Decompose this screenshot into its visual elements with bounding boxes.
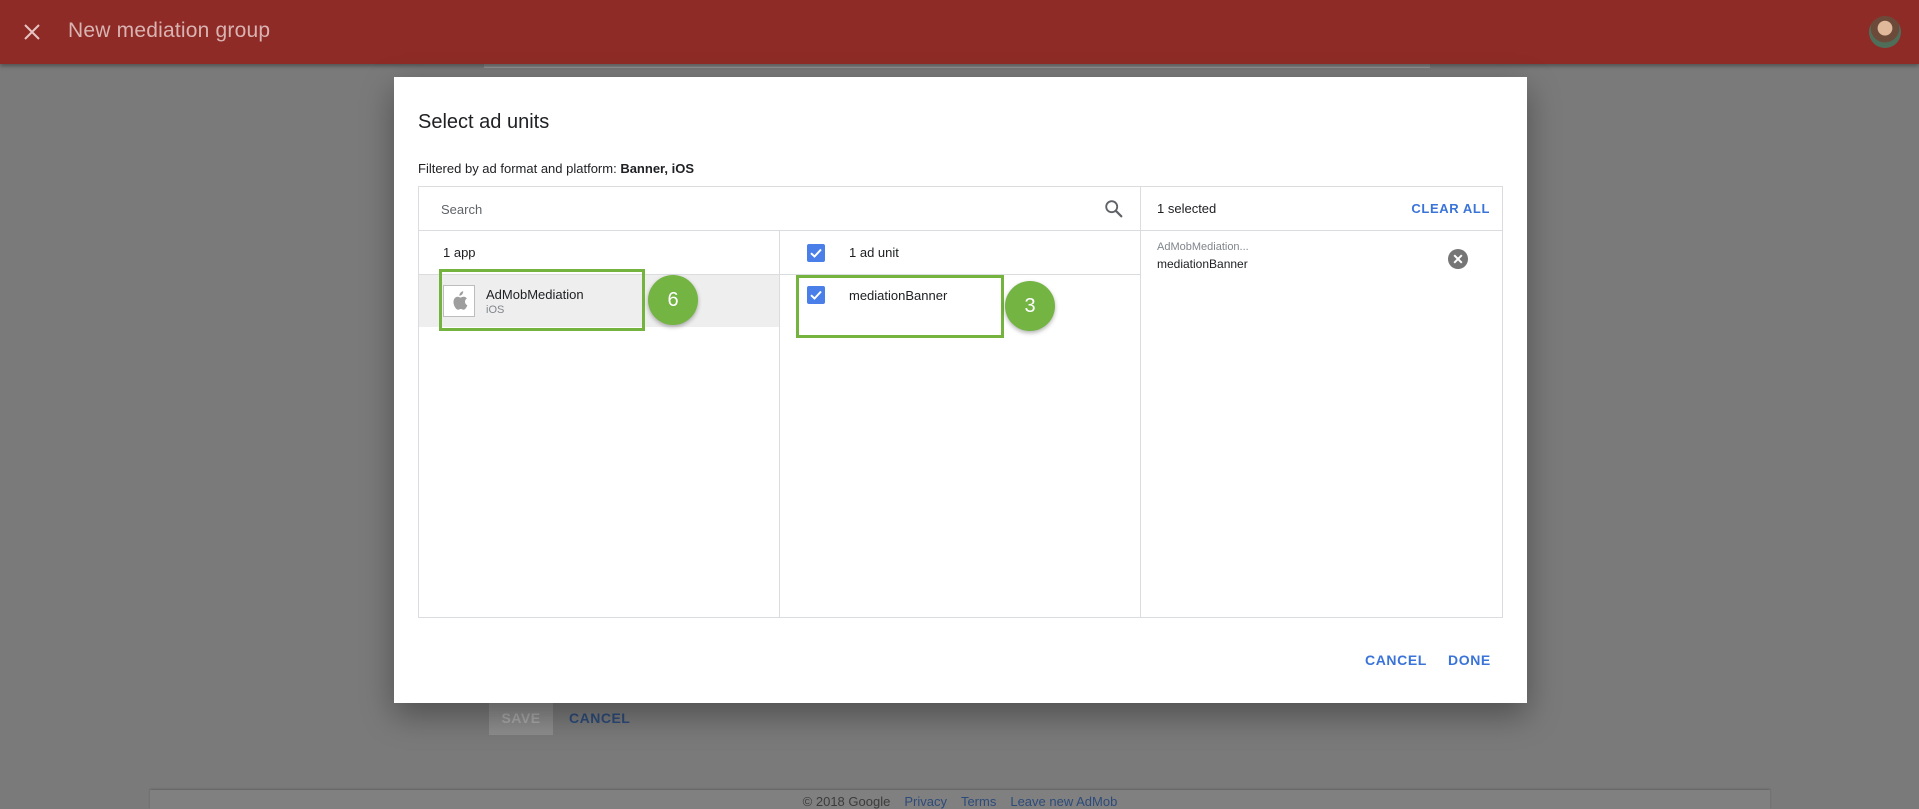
background-cancel-button: CANCEL — [569, 710, 631, 726]
cancel-button[interactable]: CANCEL — [1365, 652, 1427, 668]
app-bar: New mediation group — [0, 0, 1919, 64]
remove-circle-icon[interactable] — [1447, 248, 1469, 270]
filter-value: Banner, iOS — [620, 161, 695, 176]
select-ad-units-dialog: Select ad units Filtered by ad format an… — [394, 77, 1527, 703]
background-save-button: SAVE — [489, 701, 553, 735]
selected-item: AdMobMediation... mediationBanner — [1141, 231, 1502, 281]
step-badge-app: 6 — [648, 275, 698, 325]
clear-all-button[interactable]: CLEAR ALL — [1411, 201, 1490, 216]
step-badge-ad-unit: 3 — [1005, 281, 1055, 331]
filter-description: Filtered by ad format and platform: Bann… — [418, 161, 694, 176]
selected-header: 1 selected CLEAR ALL — [1141, 187, 1502, 231]
avatar[interactable] — [1869, 16, 1901, 48]
done-button[interactable]: DONE — [1448, 652, 1491, 668]
app-highlight-box — [439, 269, 645, 331]
page-footer: © 2018 Google Privacy Terms Leave new Ad… — [150, 790, 1770, 809]
footer-copyright: © 2018 Google — [802, 794, 891, 809]
selected-item-unit: mediationBanner — [1157, 257, 1248, 271]
ad-units-header: 1 ad unit — [780, 231, 1140, 275]
footer-link-leave[interactable]: Leave new AdMob — [1010, 794, 1117, 809]
filter-prefix: Filtered by ad format and platform: — [418, 161, 621, 176]
selected-item-app: AdMobMediation... — [1157, 241, 1249, 253]
search-input[interactable] — [441, 199, 1061, 219]
search-icon[interactable] — [1103, 198, 1125, 220]
close-icon[interactable] — [16, 16, 48, 48]
page-title: New mediation group — [68, 19, 271, 42]
ad-unit-highlight-box — [796, 275, 1004, 338]
footer-link-privacy[interactable]: Privacy — [904, 794, 947, 809]
dialog-title: Select ad units — [418, 111, 550, 133]
ad-units-count: 1 ad unit — [849, 245, 899, 260]
selected-column: 1 selected CLEAR ALL AdMobMediation... m… — [1141, 187, 1502, 617]
selected-count: 1 selected — [1157, 201, 1217, 216]
selection-panel: 1 app AdMobMediation iOS 1 ad unit — [418, 186, 1503, 618]
select-all-checkbox[interactable] — [807, 243, 825, 262]
search-bar — [419, 187, 1141, 231]
footer-link-terms[interactable]: Terms — [961, 794, 996, 809]
